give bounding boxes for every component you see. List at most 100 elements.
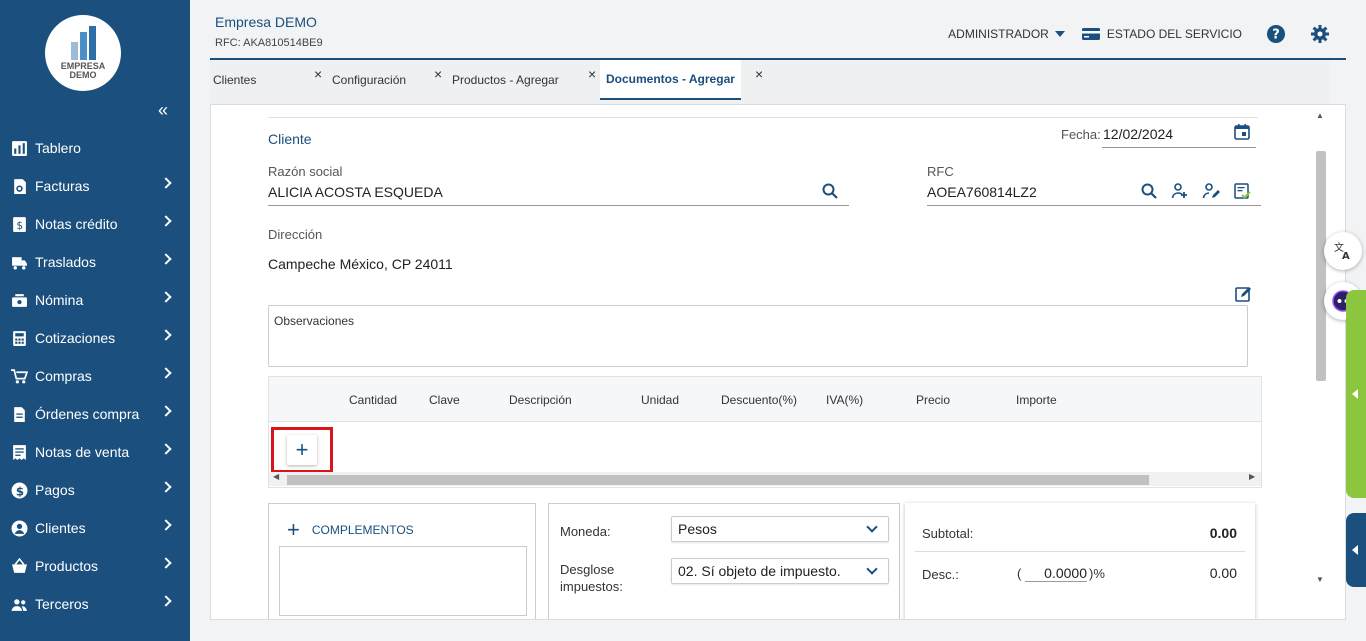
chevron-right-icon (160, 215, 172, 227)
dashboard-icon (11, 140, 28, 157)
sidebar-item-ordenes-compra[interactable]: Órdenes compra (0, 395, 190, 433)
sidebar-item-traslados[interactable]: Traslados (0, 243, 190, 281)
sidebar-item-nomina[interactable]: Nómina (0, 281, 190, 319)
edit-icon[interactable] (1235, 285, 1253, 303)
column-header[interactable]: Unidad (641, 393, 679, 407)
column-header[interactable]: Clave (429, 393, 460, 407)
input-underline (268, 205, 849, 206)
credit-note-icon: $ (11, 216, 28, 233)
discount-label: Desc.: (922, 567, 959, 582)
sidebar-item-label: Clientes (35, 520, 86, 536)
company-logo[interactable]: EMPRESA DEMO (45, 15, 121, 91)
sidebar-item-terceros[interactable]: Terceros (0, 585, 190, 623)
caret-left-icon (1352, 389, 1358, 399)
tab-close-icon[interactable]: × (314, 66, 322, 82)
chevron-down-icon (858, 559, 888, 583)
svg-text:A: A (1342, 251, 1350, 261)
logo-building-icon (70, 26, 96, 60)
add-complemento-button[interactable]: + COMPLEMENTOS (287, 519, 414, 541)
tab-close-icon[interactable]: × (588, 66, 596, 82)
user-menu[interactable]: ADMINISTRADOR (948, 27, 1065, 41)
chevron-right-icon (160, 329, 172, 341)
column-header[interactable]: Cantidad (349, 393, 397, 407)
sidebar-item-label: Facturas (35, 178, 90, 194)
add-row-button[interactable]: + (287, 435, 317, 465)
sidebar-item-productos[interactable]: Productos (0, 547, 190, 585)
service-status-button[interactable]: ESTADO DEL SERVICIO (1081, 24, 1242, 44)
sidebar-nav: Tablero Facturas $ Notas crédito Traslad… (0, 129, 190, 623)
chevron-right-icon (160, 177, 172, 189)
scroll-down-icon[interactable]: ▼ (1313, 575, 1327, 584)
sidebar-item-facturas[interactable]: Facturas (0, 167, 190, 205)
side-panel-toggle-green[interactable] (1346, 290, 1366, 498)
discount-percent-input[interactable]: 0.0000 (1025, 565, 1087, 582)
tab-configuracion[interactable]: Configuración (332, 60, 406, 100)
sidebar-item-label: Pagos (35, 482, 75, 498)
sidebar-item-cotizaciones[interactable]: Cotizaciones (0, 319, 190, 357)
calendar-icon[interactable] (1233, 123, 1251, 141)
tab-clientes[interactable]: Clientes (213, 60, 256, 100)
section-title: Cliente (268, 131, 312, 147)
desglose-select-value: 02. Sí objeto de impuesto. (678, 563, 841, 579)
sidebar-item-notas-venta[interactable]: Notas de venta (0, 433, 190, 471)
caret-left-icon (1352, 545, 1358, 555)
search-icon[interactable] (821, 182, 839, 200)
document-icon (11, 406, 28, 423)
column-header[interactable]: IVA(%) (826, 393, 863, 407)
grid-header: Cantidad Clave Descripción Unidad Descue… (269, 377, 1261, 422)
vertical-scrollbar[interactable]: ▲ ▼ (1313, 105, 1327, 591)
add-user-icon[interactable] (1171, 182, 1189, 200)
scroll-left-icon[interactable]: ◀ (273, 472, 279, 481)
subtotal-label: Subtotal: (922, 526, 974, 541)
scrollbar-thumb[interactable] (287, 475, 1149, 485)
sidebar-item-notas-credito[interactable]: $ Notas crédito (0, 205, 190, 243)
chevron-right-icon (160, 405, 172, 417)
desglose-label-line2: impuestos: (560, 579, 623, 594)
sidebar-item-compras[interactable]: Compras (0, 357, 190, 395)
scroll-right-icon[interactable]: ▶ (1249, 472, 1255, 481)
discount-value: 0.00 (1209, 565, 1237, 581)
desglose-select[interactable]: 02. Sí objeto de impuesto. (671, 558, 889, 584)
sidebar-item-label: Terceros (35, 596, 89, 612)
cart-icon (11, 368, 28, 385)
side-panel-toggle-blue[interactable] (1346, 513, 1366, 587)
tab-productos-agregar[interactable]: Productos - Agregar (452, 60, 559, 100)
tab-documentos-agregar[interactable]: Documentos - Agregar (600, 60, 741, 100)
divider (268, 117, 1258, 118)
sidebar-item-pagos[interactable]: $ Pagos (0, 471, 190, 509)
logo-text-line2: DEMO (69, 70, 97, 80)
rfc-input[interactable]: AOEA760814LZ2 (927, 184, 1037, 200)
user-menu-label: ADMINISTRADOR (948, 27, 1049, 41)
column-header[interactable]: Descuento(%) (721, 393, 797, 407)
header-actions: ADMINISTRADOR ESTADO DEL SERVICIO ? (948, 24, 1330, 44)
scroll-up-icon[interactable]: ▲ (1313, 111, 1327, 120)
edit-user-icon[interactable] (1202, 182, 1220, 200)
search-icon[interactable] (1140, 182, 1158, 200)
service-status-label: ESTADO DEL SERVICIO (1106, 27, 1242, 41)
razon-social-input[interactable]: ALICIA ACOSTA ESQUEDA (268, 184, 443, 200)
column-header[interactable]: Precio (916, 393, 950, 407)
moneda-select[interactable]: Pesos (671, 516, 889, 542)
add-row-highlight: + (271, 427, 333, 473)
sidebar-item-clientes[interactable]: Clientes (0, 509, 190, 547)
address-book-check-icon[interactable] (1233, 182, 1251, 200)
credit-card-icon (1081, 28, 1100, 40)
help-icon[interactable]: ? (1266, 24, 1286, 44)
sidebar-collapse-button[interactable]: « (158, 100, 168, 121)
sidebar-item-tablero[interactable]: Tablero (0, 129, 190, 167)
horizontal-scrollbar[interactable]: ◀ ▶ (269, 472, 1261, 486)
scrollbar-thumb[interactable] (1316, 151, 1326, 381)
razon-social-label: Razón social (268, 164, 343, 179)
observaciones-textarea[interactable]: Observaciones (268, 305, 1248, 367)
discount-paren-close: )% (1089, 566, 1105, 581)
translate-button[interactable]: 文A (1324, 232, 1362, 270)
tab-close-icon[interactable]: × (434, 66, 442, 82)
tab-close-icon[interactable]: × (755, 66, 763, 82)
gear-icon[interactable] (1310, 24, 1330, 44)
moneda-select-value: Pesos (678, 521, 717, 537)
input-underline (927, 205, 1261, 206)
subtotal-value: 0.00 (1209, 525, 1237, 541)
rfc-label: RFC (927, 164, 954, 179)
column-header[interactable]: Descripción (509, 393, 572, 407)
column-header[interactable]: Importe (1016, 393, 1057, 407)
